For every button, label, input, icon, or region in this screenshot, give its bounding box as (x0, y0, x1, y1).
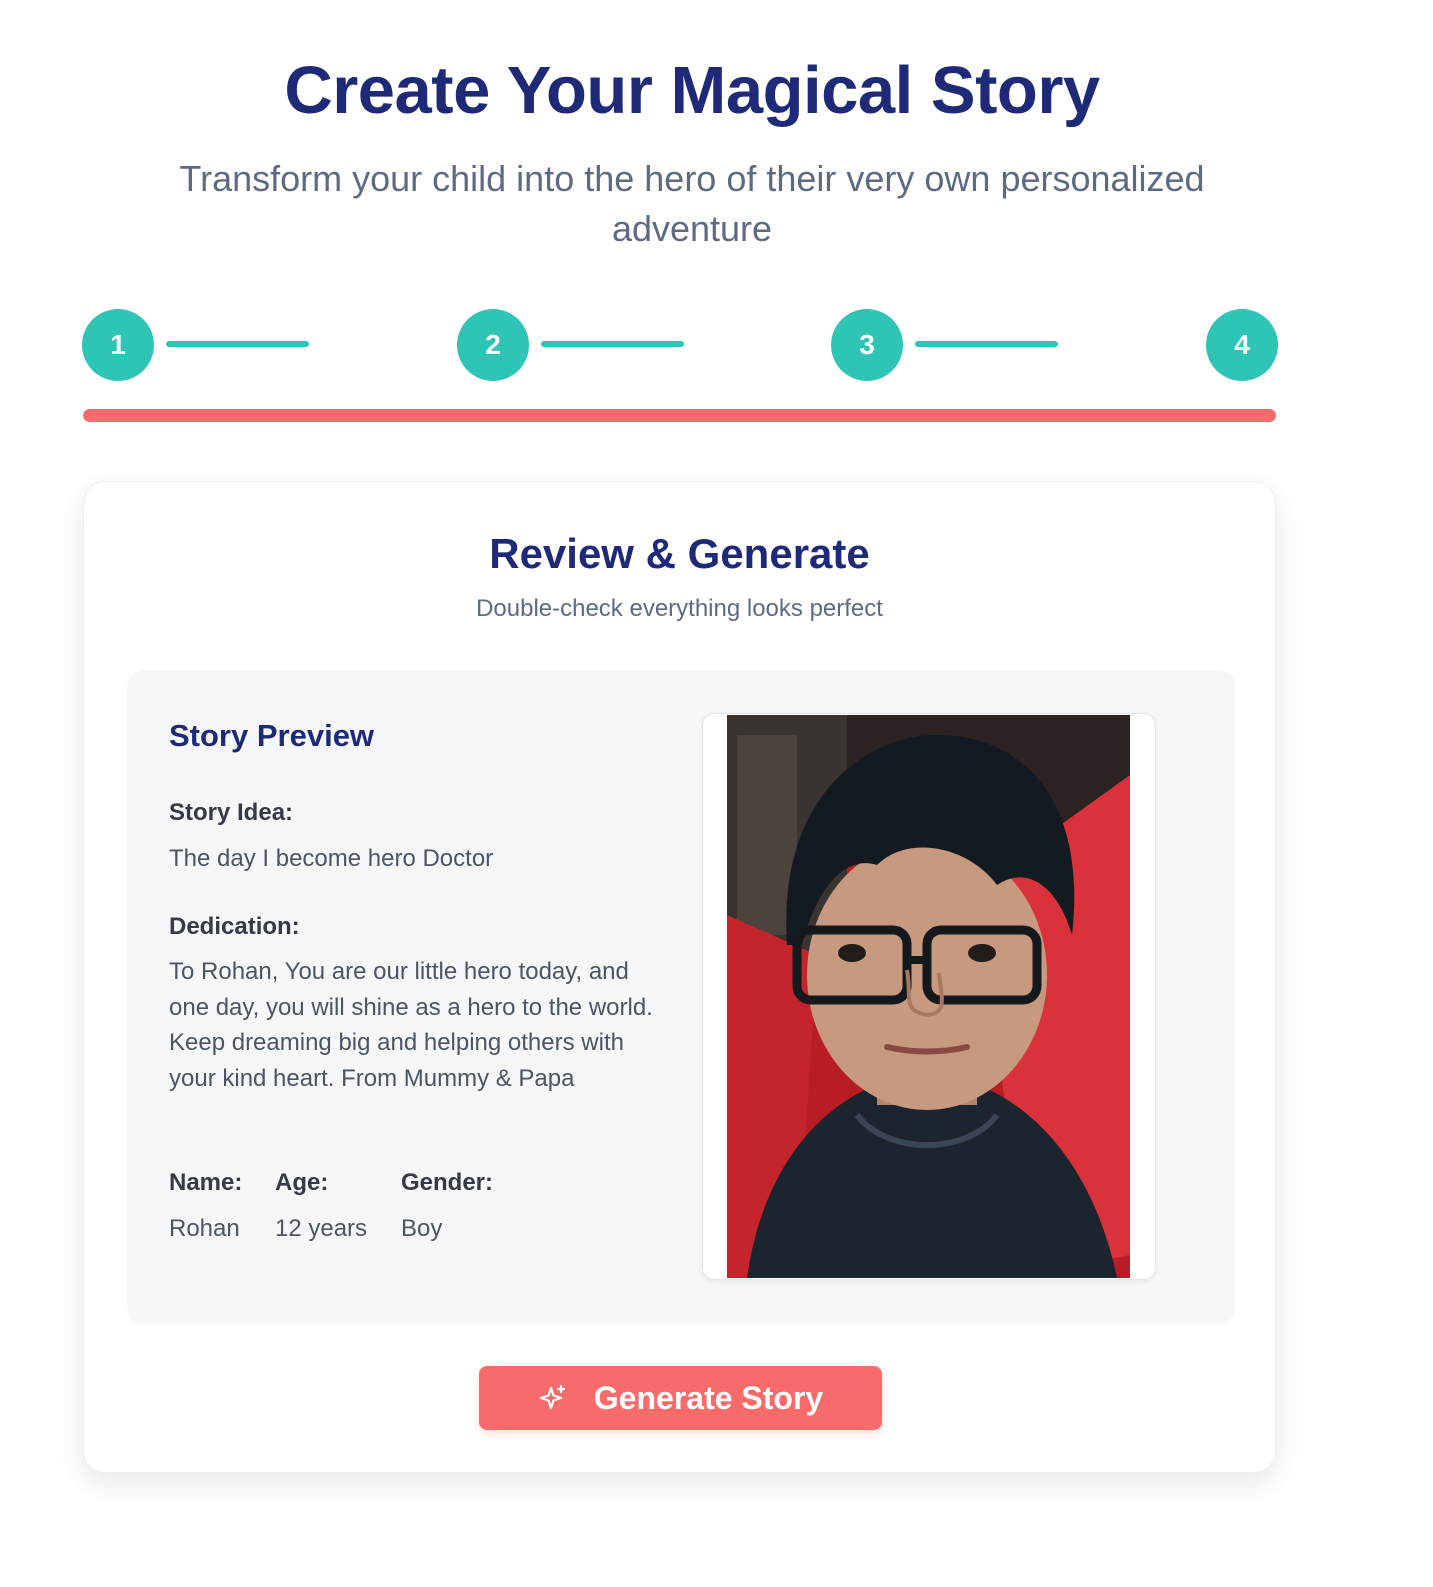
story-idea-value: The day I become hero Doctor (169, 845, 494, 872)
story-preview-heading: Story Preview (169, 718, 375, 753)
name-label: Name: (169, 1169, 243, 1196)
step-4[interactable]: 4 (1206, 309, 1278, 381)
age-label: Age: (275, 1169, 329, 1196)
generate-story-label: Generate Story (593, 1379, 824, 1416)
page-title: Create Your Magical Story (284, 53, 1100, 128)
step-1[interactable]: 1 (82, 309, 154, 381)
page: Create Your Magical Story Transform your… (0, 0, 1433, 1587)
age-value: 12 years (275, 1215, 368, 1242)
story-preview-panel: Story Preview Story Idea: The day I beco… (127, 670, 1235, 1324)
review-title: Review & Generate (489, 530, 870, 577)
story-idea-label: Story Idea: (169, 799, 294, 826)
step-3[interactable]: 3 (831, 309, 903, 381)
dedication-label: Dedication: (169, 913, 300, 940)
gender-label: Gender: (401, 1169, 494, 1196)
progress-bar-fill (83, 409, 1276, 422)
generate-story-button[interactable]: Generate Story (479, 1366, 882, 1430)
gender-value: Boy (401, 1215, 443, 1242)
child-photo-frame (702, 713, 1156, 1280)
step-connector (541, 341, 684, 347)
step-connector (915, 341, 1058, 347)
dedication-value: To Rohan, You are our little hero today,… (169, 958, 653, 1092)
child-photo (727, 715, 1130, 1278)
step-connector (166, 341, 309, 347)
name-value: Rohan (169, 1215, 240, 1242)
review-card: Review & Generate Double-check everythin… (83, 481, 1276, 1473)
sparkle-icon (539, 1384, 565, 1410)
page-subtitle: Transform your child into the hero of th… (179, 158, 1205, 249)
progress-bar (83, 409, 1276, 422)
review-subtitle: Double-check everything looks perfect (476, 595, 883, 622)
step-2[interactable]: 2 (457, 309, 529, 381)
